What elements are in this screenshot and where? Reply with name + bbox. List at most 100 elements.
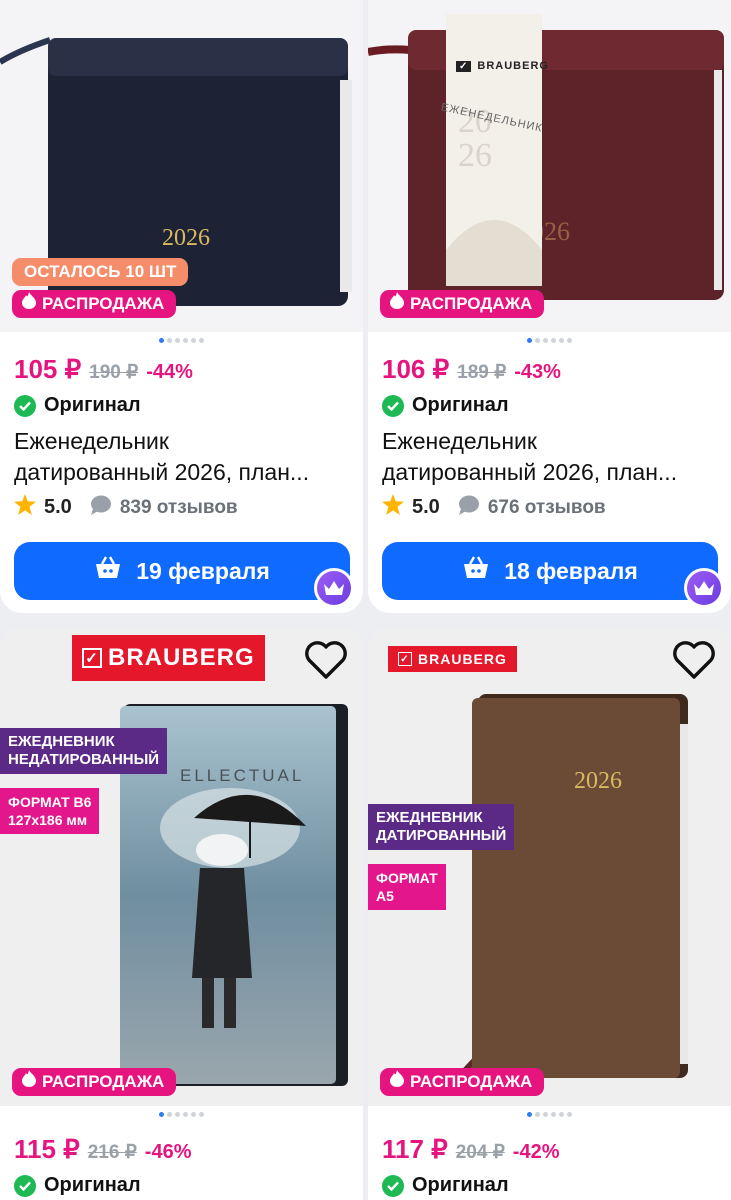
discount-percent: -43% bbox=[514, 361, 561, 383]
delivery-button[interactable]: 19 февраля bbox=[14, 542, 350, 600]
planner-photo: 2026 20 26 bbox=[368, 14, 724, 300]
product-card-4[interactable]: 2026 ✓ BRAUBERG ЕЖЕДНЕВНИК ДАТИРОВАННЫЙ … bbox=[368, 628, 731, 1200]
type-tag-line-1: ЕЖЕДНЕВНИК bbox=[8, 733, 115, 750]
original-label: Оригинал bbox=[44, 394, 141, 416]
image-pager-dots[interactable] bbox=[368, 1112, 731, 1117]
brand-logo: ✓ BRAUBERG bbox=[72, 635, 265, 681]
format-tag-line-2: A5 bbox=[376, 888, 394, 904]
sale-badge: РАСПРОДАЖА bbox=[380, 290, 545, 318]
price-row: 115 ₽ 216 ₽ -46% bbox=[14, 1134, 192, 1165]
rating-value: 5.0 bbox=[44, 496, 72, 518]
format-tag: ФОРМАТ A5 bbox=[368, 864, 446, 910]
heart-icon[interactable] bbox=[672, 640, 716, 680]
brand-name: BRAUBERG bbox=[108, 644, 255, 671]
price-row: 105 ₽ 190 ₽ -44% bbox=[14, 354, 193, 385]
chat-bubble-icon bbox=[90, 495, 112, 521]
image-pager-dots[interactable] bbox=[0, 338, 363, 343]
discount-percent: -42% bbox=[512, 1141, 560, 1163]
original-label: Оригинал bbox=[412, 1174, 509, 1196]
type-tag-line-2: НЕДАТИРОВАННЫЙ bbox=[8, 751, 160, 768]
original-badge: Оригинал bbox=[382, 1174, 509, 1197]
old-price: 190 ₽ bbox=[89, 362, 139, 383]
current-price: 117 ₽ bbox=[382, 1134, 448, 1164]
product-image[interactable]: 2026 20 26 ✓ BRAUBERG ЕЖЕНЕДЕЛЬНИК РАСПР… bbox=[368, 0, 731, 332]
format-tag-line-2: 127x186 мм bbox=[8, 812, 88, 828]
crown-icon bbox=[314, 568, 354, 608]
product-title[interactable]: Еженедельник датированный 2026, план... bbox=[14, 426, 353, 488]
brand-name: BRAUBERG bbox=[418, 651, 507, 667]
format-tag-line-1: ФОРМАТ bbox=[376, 870, 438, 886]
type-tag-line-2: ДАТИРОВАННЫЙ bbox=[376, 827, 507, 844]
star-icon bbox=[382, 494, 404, 521]
title-line-1: Еженедельник bbox=[382, 428, 537, 454]
price-row: 117 ₽ 204 ₽ -42% bbox=[382, 1134, 560, 1165]
delivery-button[interactable]: 18 февраля bbox=[382, 542, 718, 600]
original-label: Оригинал bbox=[412, 394, 509, 416]
current-price: 105 ₽ bbox=[14, 354, 82, 384]
product-image[interactable]: ✓ BRAUBERG ELLECTUAL ЕЖЕДНЕВНИК НЕДАТИРО… bbox=[0, 628, 363, 1106]
price-row: 106 ₽ 189 ₽ -43% bbox=[382, 354, 561, 385]
brand-logo: ✓ BRAUBERG bbox=[388, 646, 517, 672]
basket-icon bbox=[94, 556, 122, 586]
fire-icon bbox=[22, 290, 36, 318]
type-tag: ЕЖЕДНЕВНИК ДАТИРОВАННЫЙ bbox=[368, 804, 515, 850]
product-card-2[interactable]: 2026 20 26 ✓ BRAUBERG ЕЖЕНЕДЕЛЬНИК РАСПР… bbox=[368, 0, 731, 613]
check-icon bbox=[14, 1174, 36, 1197]
type-tag-line-1: ЕЖЕДНЕВНИК bbox=[376, 809, 483, 826]
original-label: Оригинал bbox=[44, 1174, 141, 1196]
product-card-1[interactable]: 2026 ОСТАЛОСЬ 10 ШТ РАСПРОДАЖА 105 ₽ 190… bbox=[0, 0, 363, 613]
fire-icon bbox=[390, 1068, 404, 1096]
cover-year-text: 2026 bbox=[574, 768, 622, 794]
discount-percent: -46% bbox=[144, 1141, 192, 1163]
delivery-date: 18 февраля bbox=[504, 557, 638, 584]
sale-badge-label: РАСПРОДАЖА bbox=[410, 294, 533, 313]
product-image[interactable]: 2026 ОСТАЛОСЬ 10 ШТ РАСПРОДАЖА bbox=[0, 0, 363, 332]
original-badge: Оригинал bbox=[382, 394, 509, 417]
product-image[interactable]: 2026 ✓ BRAUBERG ЕЖЕДНЕВНИК ДАТИРОВАННЫЙ … bbox=[368, 628, 731, 1106]
cover-year-text: 2026 bbox=[162, 225, 210, 251]
sale-badge: РАСПРОДАЖА bbox=[12, 290, 177, 318]
current-price: 115 ₽ bbox=[14, 1134, 80, 1164]
format-tag: ФОРМАТ B6 127x186 мм bbox=[0, 788, 100, 834]
fire-icon bbox=[390, 290, 404, 318]
image-pager-dots[interactable] bbox=[0, 1112, 363, 1117]
basket-icon bbox=[462, 556, 490, 586]
title-line-2: датированный 2026, план... bbox=[14, 459, 310, 485]
image-pager-dots[interactable] bbox=[368, 338, 731, 343]
title-line-1: Еженедельник bbox=[14, 428, 169, 454]
old-price: 204 ₽ bbox=[455, 1142, 505, 1163]
heart-icon[interactable] bbox=[304, 640, 348, 680]
sale-badge-label: РАСПРОДАЖА bbox=[410, 1072, 533, 1091]
sale-badge: РАСПРОДАЖА bbox=[12, 1068, 177, 1096]
check-icon bbox=[382, 1174, 404, 1197]
crown-icon bbox=[684, 568, 724, 608]
chat-bubble-icon bbox=[458, 495, 480, 521]
old-price: 216 ₽ bbox=[87, 1142, 137, 1163]
type-tag: ЕЖЕДНЕВНИК НЕДАТИРОВАННЫЙ bbox=[0, 728, 168, 774]
product-title[interactable]: Еженедельник датированный 2026, план... bbox=[382, 426, 721, 488]
sale-badge-label: РАСПРОДАЖА bbox=[42, 294, 165, 313]
title-line-2: датированный 2026, план... bbox=[382, 459, 678, 485]
fire-icon bbox=[22, 1068, 36, 1096]
delivery-date: 19 февраля bbox=[136, 557, 270, 584]
check-icon bbox=[14, 394, 36, 417]
rating-row[interactable]: 5.0 676 отзывов bbox=[382, 494, 606, 521]
rating-row[interactable]: 5.0 839 отзывов bbox=[14, 494, 238, 521]
sale-badge-label: РАСПРОДАЖА bbox=[42, 1072, 165, 1091]
old-price: 189 ₽ bbox=[457, 362, 507, 383]
svg-text:26: 26 bbox=[458, 137, 492, 174]
brand-logo: ✓ BRAUBERG bbox=[456, 56, 549, 76]
rating-value: 5.0 bbox=[412, 496, 440, 518]
sale-badge: РАСПРОДАЖА bbox=[380, 1068, 545, 1096]
format-tag-line-1: ФОРМАТ B6 bbox=[8, 794, 92, 810]
brand-name: BRAUBERG bbox=[477, 60, 549, 72]
stock-badge: ОСТАЛОСЬ 10 ШТ bbox=[12, 258, 189, 286]
check-icon bbox=[382, 394, 404, 417]
reviews-count: 839 отзывов bbox=[119, 496, 238, 518]
cover-text: ELLECTUAL bbox=[180, 766, 305, 785]
product-card-3[interactable]: ✓ BRAUBERG ELLECTUAL ЕЖЕДНЕВНИК НЕДАТИРО… bbox=[0, 628, 363, 1200]
original-badge: Оригинал bbox=[14, 1174, 141, 1197]
discount-percent: -44% bbox=[146, 361, 193, 383]
star-icon bbox=[14, 494, 36, 521]
current-price: 106 ₽ bbox=[382, 354, 450, 384]
